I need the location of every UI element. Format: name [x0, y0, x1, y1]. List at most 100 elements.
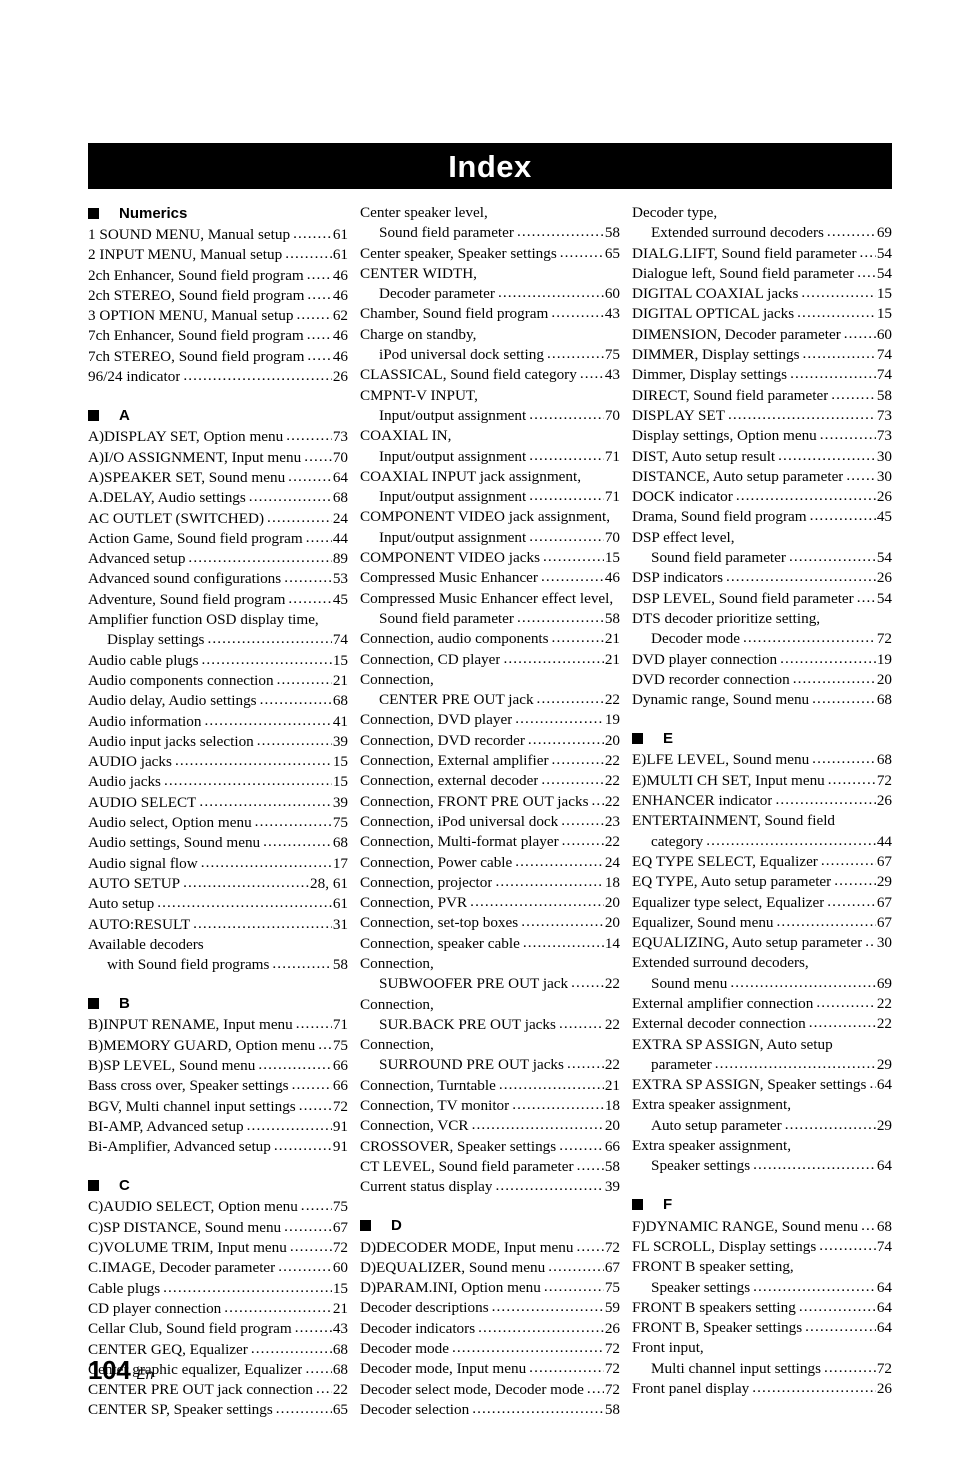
index-entry-page-number[interactable]: 21: [605, 629, 620, 649]
index-entry[interactable]: Input/output assignment.................…: [360, 447, 620, 467]
index-entry[interactable]: D)PARAM.INI, Option menu................…: [360, 1278, 620, 1298]
index-entry[interactable]: Speaker settings........................…: [632, 1278, 892, 1298]
index-entry[interactable]: Audio input jacks selection.............…: [88, 732, 348, 752]
index-entry-page-number[interactable]: 91: [333, 1117, 348, 1137]
index-entry[interactable]: DVD player connection...................…: [632, 650, 892, 670]
index-entry[interactable]: Connection, iPod universal dock.........…: [360, 812, 620, 832]
index-entry[interactable]: Front panel display.....................…: [632, 1379, 892, 1399]
index-entry-page-number[interactable]: 67: [877, 852, 892, 872]
index-entry-continuation[interactable]: Extra speaker assignment,: [632, 1095, 892, 1115]
index-entry[interactable]: 96/24 indicator.........................…: [88, 367, 348, 387]
index-entry-page-number[interactable]: 26: [877, 487, 892, 507]
index-entry[interactable]: Cellar Club, Sound field program........…: [88, 1319, 348, 1339]
index-entry[interactable]: Connection, set-top boxes...............…: [360, 913, 620, 933]
index-entry-page-number[interactable]: 46: [333, 286, 348, 306]
index-entry-page-number[interactable]: 15: [333, 1279, 348, 1299]
index-entry-page-number[interactable]: 22: [605, 690, 620, 710]
index-entry[interactable]: Auto setup parameter....................…: [632, 1116, 892, 1136]
index-entry[interactable]: CROSSOVER, Speaker settings.............…: [360, 1137, 620, 1157]
index-entry[interactable]: Connection, VCR.........................…: [360, 1116, 620, 1136]
index-entry[interactable]: category................................…: [632, 832, 892, 852]
index-entry[interactable]: DISPLAY SET.............................…: [632, 406, 892, 426]
index-entry-page-number[interactable]: 58: [877, 386, 892, 406]
index-entry-page-number[interactable]: 41: [333, 712, 348, 732]
index-entry[interactable]: EQ TYPE, Auto setup parameter...........…: [632, 872, 892, 892]
index-entry[interactable]: Compressed Music Enhancer...............…: [360, 568, 620, 588]
index-entry[interactable]: Connection, Power cable.................…: [360, 853, 620, 873]
index-entry-page-number[interactable]: 26: [333, 367, 348, 387]
index-entry-page-number[interactable]: 54: [877, 548, 892, 568]
index-entry-page-number[interactable]: 15: [877, 304, 892, 324]
index-entry-page-number[interactable]: 73: [333, 427, 348, 447]
index-entry[interactable]: Decoder indicators......................…: [360, 1319, 620, 1339]
index-entry[interactable]: SUR.BACK PRE OUT jacks..................…: [360, 1015, 620, 1035]
index-entry-continuation[interactable]: Compressed Music Enhancer effect level,: [360, 589, 620, 609]
index-entry[interactable]: DSP LEVEL, Sound field parameter........…: [632, 589, 892, 609]
index-entry[interactable]: Bass cross over, Speaker settings.......…: [88, 1076, 348, 1096]
index-entry-page-number[interactable]: 30: [877, 467, 892, 487]
index-entry-continuation[interactable]: EXTRA SP ASSIGN, Auto setup: [632, 1035, 892, 1055]
index-entry[interactable]: External amplifier connection...........…: [632, 994, 892, 1014]
index-entry[interactable]: DIALG.LIFT, Sound field parameter.......…: [632, 244, 892, 264]
index-entry-continuation[interactable]: Connection,: [360, 995, 620, 1015]
index-entry[interactable]: DVD recorder connection.................…: [632, 670, 892, 690]
index-entry-page-number[interactable]: 15: [333, 651, 348, 671]
index-entry[interactable]: 2 INPUT MENU, Manual setup..............…: [88, 245, 348, 265]
index-entry-page-number[interactable]: 29: [877, 1055, 892, 1075]
index-entry[interactable]: 7ch Enhancer, Sound field program.......…: [88, 326, 348, 346]
index-entry-page-number[interactable]: 70: [605, 406, 620, 426]
index-entry[interactable]: BI-AMP, Advanced setup..................…: [88, 1117, 348, 1137]
index-entry-page-number[interactable]: 74: [333, 630, 348, 650]
index-entry[interactable]: Decoder parameter.......................…: [360, 284, 620, 304]
index-entry[interactable]: EQ TYPE SELECT, Equalizer...............…: [632, 852, 892, 872]
index-entry[interactable]: AC OUTLET (SWITCHED)....................…: [88, 509, 348, 529]
index-entry-page-number[interactable]: 68: [877, 750, 892, 770]
index-entry[interactable]: Speaker settings........................…: [632, 1156, 892, 1176]
index-entry-page-number[interactable]: 68: [877, 690, 892, 710]
index-entry[interactable]: FRONT B speakers setting................…: [632, 1298, 892, 1318]
index-entry-page-number[interactable]: 71: [333, 1015, 348, 1035]
index-entry-page-number[interactable]: 58: [605, 1157, 620, 1177]
index-entry-page-number[interactable]: 67: [333, 1218, 348, 1238]
index-entry-page-number[interactable]: 20: [605, 1116, 620, 1136]
index-entry-page-number[interactable]: 68: [333, 1360, 348, 1380]
index-entry-page-number[interactable]: 72: [605, 1339, 620, 1359]
index-entry[interactable]: AUDIO jacks.............................…: [88, 752, 348, 772]
index-entry-page-number[interactable]: 26: [605, 1319, 620, 1339]
index-entry[interactable]: DISTANCE, Auto setup parameter..........…: [632, 467, 892, 487]
index-entry-continuation[interactable]: DTS decoder prioritize setting,: [632, 609, 892, 629]
index-entry[interactable]: 3 OPTION MENU, Manual setup.............…: [88, 306, 348, 326]
index-entry-page-number[interactable]: 64: [877, 1318, 892, 1338]
index-entry[interactable]: Center speaker, Speaker settings........…: [360, 244, 620, 264]
index-entry[interactable]: Extended surround decoders..............…: [632, 223, 892, 243]
index-entry[interactable]: Decoder mode............................…: [360, 1339, 620, 1359]
index-entry-page-number[interactable]: 75: [333, 1036, 348, 1056]
index-entry[interactable]: AUTO:RESULT.............................…: [88, 915, 348, 935]
index-entry-page-number[interactable]: 22: [605, 1015, 620, 1035]
index-entry[interactable]: Audio jacks.............................…: [88, 772, 348, 792]
index-entry-page-number[interactable]: 54: [877, 264, 892, 284]
index-entry[interactable]: EXTRA SP ASSIGN, Speaker settings.......…: [632, 1075, 892, 1095]
index-entry-page-number[interactable]: 14: [605, 934, 620, 954]
index-entry[interactable]: E)LFE LEVEL, Sound menu.................…: [632, 750, 892, 770]
index-entry[interactable]: B)INPUT RENAME, Input menu..............…: [88, 1015, 348, 1035]
index-entry[interactable]: 7ch STEREO, Sound field program.........…: [88, 347, 348, 367]
index-entry[interactable]: DIMMER, Display settings................…: [632, 345, 892, 365]
index-entry[interactable]: BGV, Multi channel input settings.......…: [88, 1097, 348, 1117]
index-entry[interactable]: Chamber, Sound field program............…: [360, 304, 620, 324]
index-entry[interactable]: AUDIO SELECT............................…: [88, 793, 348, 813]
index-entry-page-number[interactable]: 20: [605, 731, 620, 751]
index-entry[interactable]: Connection, Turntable...................…: [360, 1076, 620, 1096]
index-entry[interactable]: Dynamic range, Sound menu...............…: [632, 690, 892, 710]
index-entry-page-number[interactable]: 22: [605, 832, 620, 852]
index-entry-page-number[interactable]: 20: [877, 670, 892, 690]
index-entry-page-number[interactable]: 45: [333, 590, 348, 610]
index-entry-page-number[interactable]: 17: [333, 854, 348, 874]
index-entry[interactable]: DSP indicators..........................…: [632, 568, 892, 588]
index-entry-page-number[interactable]: 65: [605, 244, 620, 264]
index-entry[interactable]: B)MEMORY GUARD, Option menu.............…: [88, 1036, 348, 1056]
index-entry[interactable]: Auto setup..............................…: [88, 894, 348, 914]
index-entry-page-number[interactable]: 30: [877, 447, 892, 467]
index-entry-continuation[interactable]: Amplifier function OSD display time,: [88, 610, 348, 630]
index-entry-continuation[interactable]: Charge on standby,: [360, 325, 620, 345]
